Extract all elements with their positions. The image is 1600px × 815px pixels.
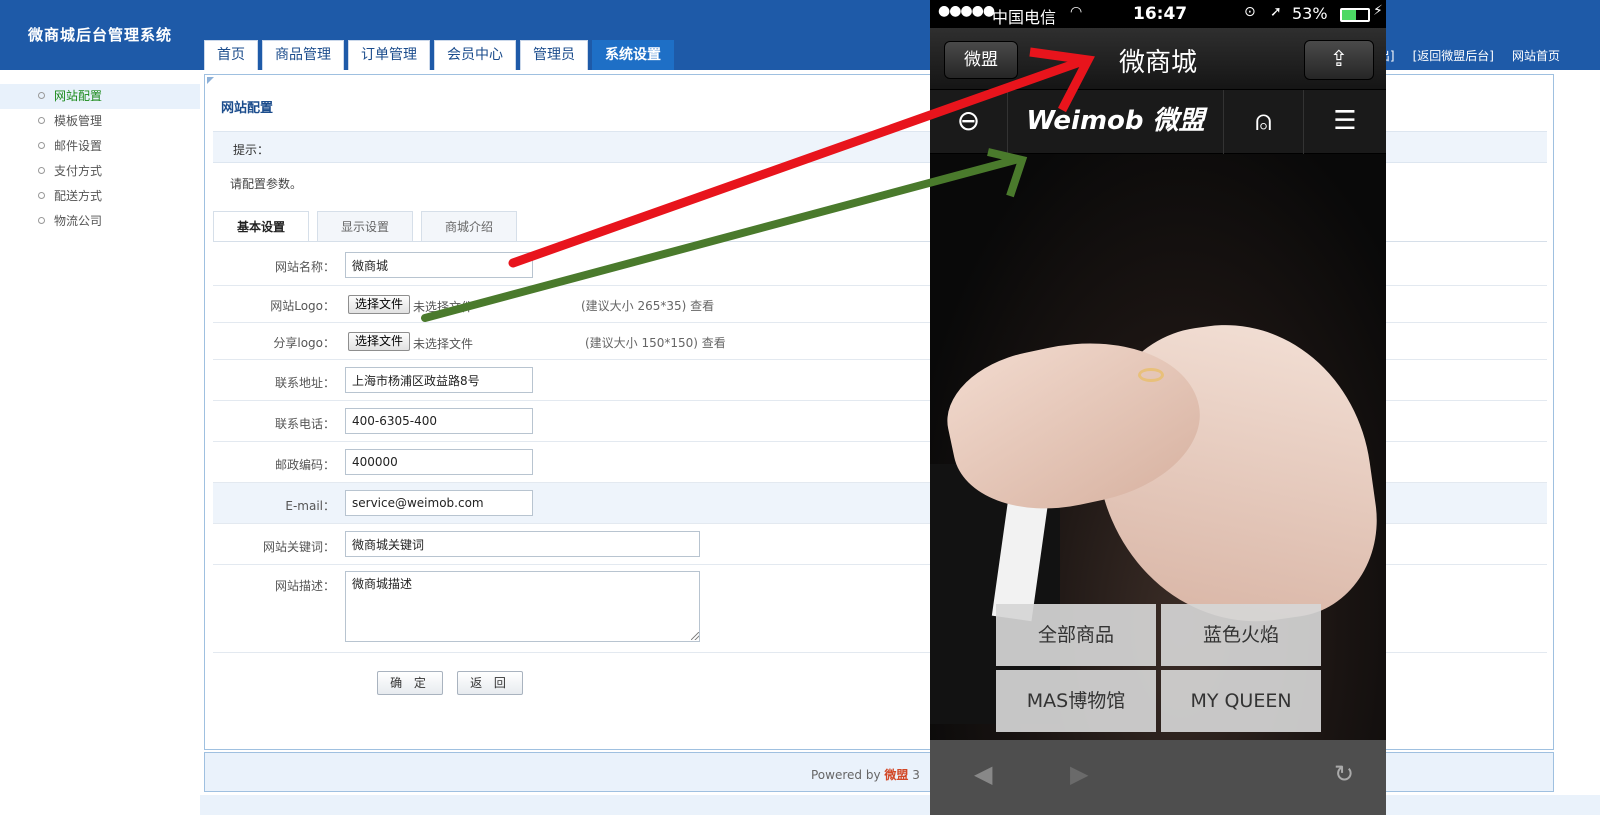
keywords-input[interactable] xyxy=(345,531,700,557)
sidebar-item-templates[interactable]: 模板管理 xyxy=(0,109,200,134)
system-title: 微商城后台管理系统 xyxy=(28,26,173,44)
browser-forward-icon[interactable]: ▶ xyxy=(1070,760,1088,788)
phone-input[interactable] xyxy=(345,408,533,434)
status-time: 16:47 xyxy=(1133,4,1188,24)
bullet-icon xyxy=(38,142,45,149)
description-textarea[interactable]: 微商城描述 xyxy=(345,571,700,642)
email-label: E-mail： xyxy=(285,499,335,513)
sidebar-item-site-config[interactable]: 网站配置 xyxy=(0,84,200,109)
sidebar-item-label: 模板管理 xyxy=(54,114,103,128)
sidebar-item-label: 网站配置 xyxy=(54,89,103,103)
footer-suffix: 3 xyxy=(908,768,920,782)
phone-toolbar: ⊖ Weimob 微盟 ⍝ ☰ xyxy=(930,90,1386,154)
category-button-my-queen[interactable]: MY QUEEN xyxy=(1161,670,1321,732)
submit-button[interactable]: 确 定 xyxy=(377,671,443,695)
tip-label: 提示： xyxy=(233,143,270,157)
site-logo-choose-file-button[interactable]: 选择文件 xyxy=(348,295,411,314)
share-logo-hint: (建议大小 150*150) 查看 xyxy=(585,336,726,350)
bullet-icon xyxy=(38,217,45,224)
phone-label: 联系电话： xyxy=(274,417,335,431)
user-icon[interactable]: ⍝ xyxy=(1224,90,1304,154)
settings-tabs: 基本设置 显示设置 商城介绍 xyxy=(213,211,517,241)
tab-display-settings[interactable]: 显示设置 xyxy=(317,211,413,241)
battery-fill xyxy=(1342,10,1356,20)
phone-status-bar: ●●●●● 中国电信 ◠ 16:47 ⊙ ➚ 53% ⚡ xyxy=(930,0,1386,28)
email-input[interactable] xyxy=(345,490,533,516)
sidebar-item-logistics[interactable]: 物流公司 xyxy=(0,209,200,234)
postcode-input[interactable] xyxy=(345,449,533,475)
share-logo-label: 分享logo： xyxy=(273,336,335,350)
site-home-link[interactable]: 网站首页 xyxy=(1512,47,1560,64)
sidebar-item-label: 邮件设置 xyxy=(54,139,103,153)
top-links: [退出] [返回微盟后台] 网站首页 xyxy=(1361,47,1560,64)
site-logo-label: 网站Logo： xyxy=(270,299,335,313)
battery-percent: 53% xyxy=(1292,4,1328,23)
cart-icon[interactable]: ☰ xyxy=(1304,90,1386,154)
category-button-mas-museum[interactable]: MAS博物馆 xyxy=(996,670,1156,732)
description-label: 网站描述： xyxy=(274,579,335,593)
page-title: 网站配置 xyxy=(221,101,274,116)
category-button-blue-flame[interactable]: 蓝色火焰 xyxy=(1161,604,1321,666)
bottom-strip xyxy=(200,795,1600,815)
wifi-icon: ◠ xyxy=(1070,4,1083,20)
back-to-weimob-link[interactable]: [返回微盟后台] xyxy=(1413,47,1494,64)
nav-tab-orders[interactable]: 订单管理 xyxy=(348,40,430,70)
tip-text: 请配置参数。 xyxy=(230,177,303,191)
corner-decoration xyxy=(207,77,214,84)
footer-prefix: Powered by xyxy=(811,768,885,782)
keywords-label: 网站关键词： xyxy=(262,540,335,554)
site-name-input[interactable] xyxy=(345,252,533,278)
bullet-icon xyxy=(38,167,45,174)
rotation-lock-icon: ⊙ xyxy=(1244,4,1256,20)
share-logo-file-status: 未选择文件 xyxy=(413,337,474,351)
logo-text: Weimob 微盟 xyxy=(1026,106,1205,136)
resize-grip-icon[interactable] xyxy=(691,632,699,640)
postcode-label: 邮政编码： xyxy=(274,458,335,472)
location-arrow-icon: ➚ xyxy=(1270,4,1282,20)
browser-reload-icon[interactable]: ↻ xyxy=(1334,760,1354,788)
site-name-label: 网站名称： xyxy=(274,260,335,274)
site-logo-hint: (建议大小 265*35) 查看 xyxy=(581,299,715,313)
bullet-icon xyxy=(38,92,45,99)
phone-screenshot: ●●●●● 中国电信 ◠ 16:47 ⊙ ➚ 53% ⚡ 微商城 微盟 ⇪ ⊖ … xyxy=(930,0,1386,815)
sidebar-item-label: 支付方式 xyxy=(54,164,103,178)
category-button-all-products[interactable]: 全部商品 xyxy=(996,604,1156,666)
weimob-logo: Weimob 微盟 xyxy=(1008,90,1224,154)
sidebar-item-payment[interactable]: 支付方式 xyxy=(0,159,200,184)
signal-strength: ●●●●● xyxy=(938,3,995,19)
hero-ring xyxy=(1138,368,1164,382)
share-logo-choose-file-button[interactable]: 选择文件 xyxy=(348,332,411,351)
nav-tab-admins[interactable]: 管理员 xyxy=(520,40,588,70)
share-icon[interactable]: ⇪ xyxy=(1304,40,1374,80)
nav-tab-members[interactable]: 会员中心 xyxy=(434,40,516,70)
charging-bolt-icon: ⚡ xyxy=(1373,3,1383,19)
bullet-icon xyxy=(38,192,45,199)
sidebar-item-email[interactable]: 邮件设置 xyxy=(0,134,200,159)
phone-back-button[interactable]: 微盟 xyxy=(944,41,1018,79)
hero-image: 全部商品 蓝色火焰 MAS博物馆 MY QUEEN xyxy=(930,154,1386,740)
battery-icon xyxy=(1340,8,1370,22)
site-logo-file-status: 未选择文件 xyxy=(413,300,474,314)
phone-navbar: 微商城 微盟 ⇪ xyxy=(930,28,1386,90)
tab-shop-intro[interactable]: 商城介绍 xyxy=(421,211,517,241)
bullet-icon xyxy=(38,117,45,124)
back-circle-icon[interactable]: ⊖ xyxy=(930,90,1008,154)
tab-basic-settings[interactable]: 基本设置 xyxy=(213,211,309,241)
browser-back-icon[interactable]: ◀ xyxy=(974,760,992,788)
footer-brand: 微盟 xyxy=(884,768,909,782)
sidebar: 网站配置 模板管理 邮件设置 支付方式 配送方式 物流公司 xyxy=(0,84,200,234)
sidebar-item-label: 配送方式 xyxy=(54,189,103,203)
nav-tab-products[interactable]: 商品管理 xyxy=(262,40,344,70)
footer-powered-by: Powered by 微盟 3 xyxy=(811,766,920,783)
address-input[interactable] xyxy=(345,367,533,393)
sidebar-item-label: 物流公司 xyxy=(54,214,103,228)
nav-tab-settings[interactable]: 系统设置 xyxy=(592,40,674,70)
browser-toolbar: ◀ ▶ ↻ xyxy=(930,740,1386,815)
back-button[interactable]: 返 回 xyxy=(457,671,523,695)
nav-tab-home[interactable]: 首页 xyxy=(204,40,258,70)
main-nav: 首页 商品管理 订单管理 会员中心 管理员 系统设置 xyxy=(204,40,678,70)
sidebar-item-shipping[interactable]: 配送方式 xyxy=(0,184,200,209)
address-label: 联系地址： xyxy=(274,376,335,390)
carrier-name: 中国电信 xyxy=(992,8,1057,27)
